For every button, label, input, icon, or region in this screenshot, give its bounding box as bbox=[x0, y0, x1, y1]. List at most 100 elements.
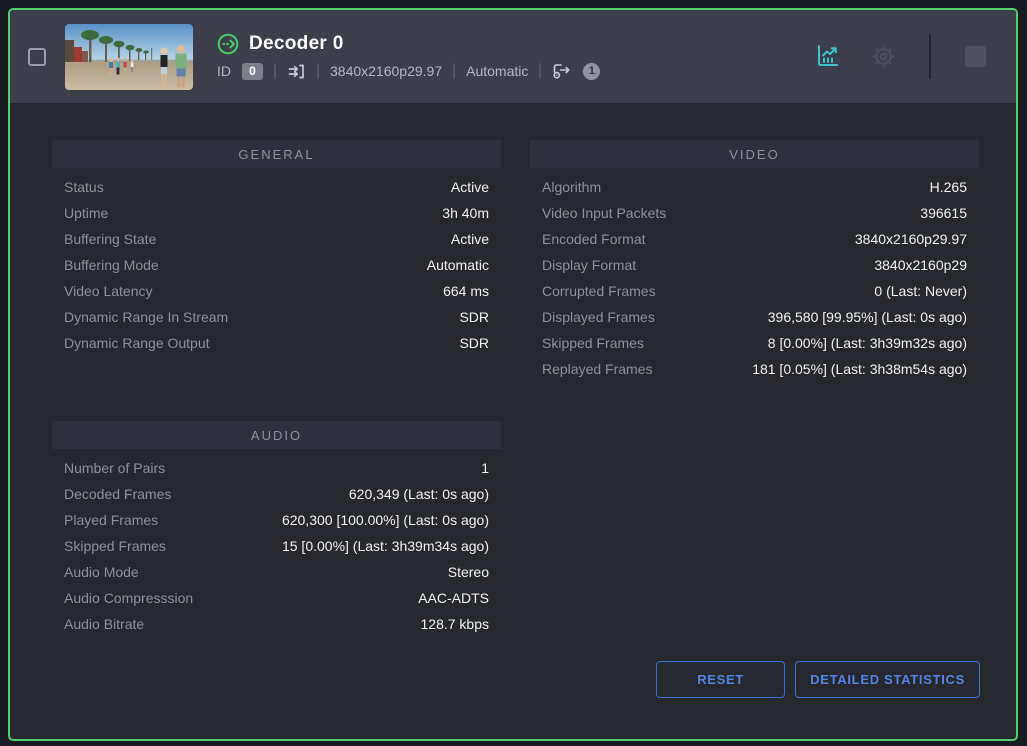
stat-label: Encoded Format bbox=[542, 231, 646, 247]
stat-value: SDR bbox=[459, 309, 489, 325]
stat-row: Dynamic Range In Stream SDR bbox=[52, 304, 501, 330]
meta-divider bbox=[317, 63, 319, 79]
stat-label: Dynamic Range In Stream bbox=[64, 309, 228, 325]
decoder-title-block: Decoder 0 ID 0 3840x2160p29.97 Automatic bbox=[217, 33, 600, 81]
meta-divider bbox=[453, 63, 455, 79]
stat-value: 1 bbox=[481, 460, 489, 476]
buffering-mode: Automatic bbox=[466, 63, 528, 79]
stat-label: Buffering State bbox=[64, 231, 156, 247]
meta-divider bbox=[274, 63, 276, 79]
decoder-header: Decoder 0 ID 0 3840x2160p29.97 Automatic bbox=[10, 10, 1016, 103]
stat-label: Number of Pairs bbox=[64, 460, 165, 476]
decoder-meta-row: ID 0 3840x2160p29.97 Automatic bbox=[217, 62, 600, 81]
stat-row: Displayed Frames 396,580 [99.95%] (Last:… bbox=[530, 304, 979, 330]
stat-label: Played Frames bbox=[64, 512, 158, 528]
stat-row: Video Latency 664 ms bbox=[52, 278, 501, 304]
stat-value: SDR bbox=[459, 335, 489, 351]
stat-row: Display Format 3840x2160p29 bbox=[530, 252, 979, 278]
stat-label: Audio Mode bbox=[64, 564, 139, 580]
stat-value: 664 ms bbox=[443, 283, 489, 299]
stat-row: Number of Pairs 1 bbox=[52, 455, 501, 481]
general-panel-title: GENERAL bbox=[52, 140, 501, 168]
stop-button[interactable] bbox=[965, 46, 986, 67]
decoder-statistics-body: GENERAL Status Active Uptime 3h 40m bbox=[10, 103, 1016, 739]
stat-value: 3h 40m bbox=[442, 205, 489, 221]
statistics-chart-icon bbox=[814, 43, 841, 70]
stat-row: Audio Mode Stereo bbox=[52, 559, 501, 585]
stat-value: 396,580 [99.95%] (Last: 0s ago) bbox=[768, 309, 967, 325]
stat-row: Skipped Frames 15 [0.00%] (Last: 3h39m34… bbox=[52, 533, 501, 559]
video-panel-title: VIDEO bbox=[530, 140, 979, 168]
stat-value: H.265 bbox=[930, 179, 967, 195]
stat-row: Dynamic Range Output SDR bbox=[52, 330, 501, 356]
gear-icon bbox=[870, 43, 897, 70]
stat-row: Skipped Frames 8 [0.00%] (Last: 3h39m32s… bbox=[530, 330, 979, 356]
id-badge: 0 bbox=[242, 63, 263, 80]
decoder-active-status-icon bbox=[217, 33, 239, 55]
output-count-badge: 1 bbox=[583, 63, 600, 80]
stat-label: Replayed Frames bbox=[542, 361, 653, 377]
stat-row: Played Frames 620,300 [100.00%] (Last: 0… bbox=[52, 507, 501, 533]
stream-format: 3840x2160p29.97 bbox=[330, 63, 442, 79]
audio-panel: AUDIO Number of Pairs 1 Decoded Frames 6… bbox=[52, 421, 501, 637]
reset-button[interactable]: RESET bbox=[656, 661, 785, 698]
general-panel: GENERAL Status Active Uptime 3h 40m bbox=[52, 140, 501, 356]
statistics-button[interactable] bbox=[814, 43, 841, 70]
stat-label: Skipped Frames bbox=[542, 335, 644, 351]
stat-row: Replayed Frames 181 [0.05%] (Last: 3h38m… bbox=[530, 356, 979, 382]
stat-row: Audio Bitrate 128.7 kbps bbox=[52, 611, 501, 637]
stat-label: Skipped Frames bbox=[64, 538, 166, 554]
stat-row: Buffering State Active bbox=[52, 226, 501, 252]
stat-row: Corrupted Frames 0 (Last: Never) bbox=[530, 278, 979, 304]
id-label: ID bbox=[217, 63, 231, 79]
select-decoder-checkbox[interactable] bbox=[28, 48, 46, 66]
stat-label: Algorithm bbox=[542, 179, 601, 195]
stream-input-icon bbox=[287, 62, 306, 81]
stat-value: 3840x2160p29.97 bbox=[855, 231, 967, 247]
settings-button[interactable] bbox=[870, 43, 897, 70]
detailed-statistics-button[interactable]: DETAILED STATISTICS bbox=[795, 661, 980, 698]
stat-label: Video Latency bbox=[64, 283, 152, 299]
stat-label: Audio Compresssion bbox=[64, 590, 193, 606]
stat-label: Displayed Frames bbox=[542, 309, 655, 325]
decoder-title: Decoder 0 bbox=[249, 33, 344, 55]
stat-label: Display Format bbox=[542, 257, 636, 273]
stat-label: Uptime bbox=[64, 205, 108, 221]
stat-value: Active bbox=[451, 231, 489, 247]
stat-value: 620,349 (Last: 0s ago) bbox=[349, 486, 489, 502]
stat-row: Decoded Frames 620,349 (Last: 0s ago) bbox=[52, 481, 501, 507]
stat-value: 3840x2160p29 bbox=[874, 257, 967, 273]
stat-value: 396615 bbox=[920, 205, 967, 221]
stat-row: Encoded Format 3840x2160p29.97 bbox=[530, 226, 979, 252]
stat-value: 181 [0.05%] (Last: 3h38m54s ago) bbox=[752, 361, 967, 377]
stat-value: Automatic bbox=[427, 257, 489, 273]
stat-value: Active bbox=[451, 179, 489, 195]
meta-divider bbox=[539, 63, 541, 79]
stat-row: Video Input Packets 396615 bbox=[530, 200, 979, 226]
video-panel: VIDEO Algorithm H.265 Video Input Packet… bbox=[530, 140, 979, 382]
stat-row: Audio Compresssion AAC-ADTS bbox=[52, 585, 501, 611]
video-preview-thumbnail bbox=[65, 24, 193, 90]
decoder-card: Decoder 0 ID 0 3840x2160p29.97 Automatic bbox=[8, 8, 1018, 741]
stat-value: 0 (Last: Never) bbox=[874, 283, 967, 299]
beach-promenade-preview bbox=[65, 24, 193, 90]
stat-label: Audio Bitrate bbox=[64, 616, 144, 632]
stat-label: Status bbox=[64, 179, 104, 195]
left-column: GENERAL Status Active Uptime 3h 40m bbox=[52, 140, 501, 637]
stat-label: Buffering Mode bbox=[64, 257, 159, 273]
stat-value: 128.7 kbps bbox=[421, 616, 490, 632]
stat-label: Video Input Packets bbox=[542, 205, 666, 221]
stat-row: Algorithm H.265 bbox=[530, 174, 979, 200]
output-icon bbox=[552, 62, 572, 80]
stat-value: 620,300 [100.00%] (Last: 0s ago) bbox=[282, 512, 489, 528]
stat-row: Uptime 3h 40m bbox=[52, 200, 501, 226]
stat-row: Status Active bbox=[52, 174, 501, 200]
video-rows: Algorithm H.265 Video Input Packets 3966… bbox=[530, 168, 979, 382]
stat-value: AAC-ADTS bbox=[418, 590, 489, 606]
stat-value: Stereo bbox=[448, 564, 489, 580]
stat-value: 8 [0.00%] (Last: 3h39m32s ago) bbox=[768, 335, 967, 351]
audio-panel-title: AUDIO bbox=[52, 421, 501, 449]
stat-row: Buffering Mode Automatic bbox=[52, 252, 501, 278]
actions-divider bbox=[929, 34, 931, 79]
stat-label: Corrupted Frames bbox=[542, 283, 656, 299]
